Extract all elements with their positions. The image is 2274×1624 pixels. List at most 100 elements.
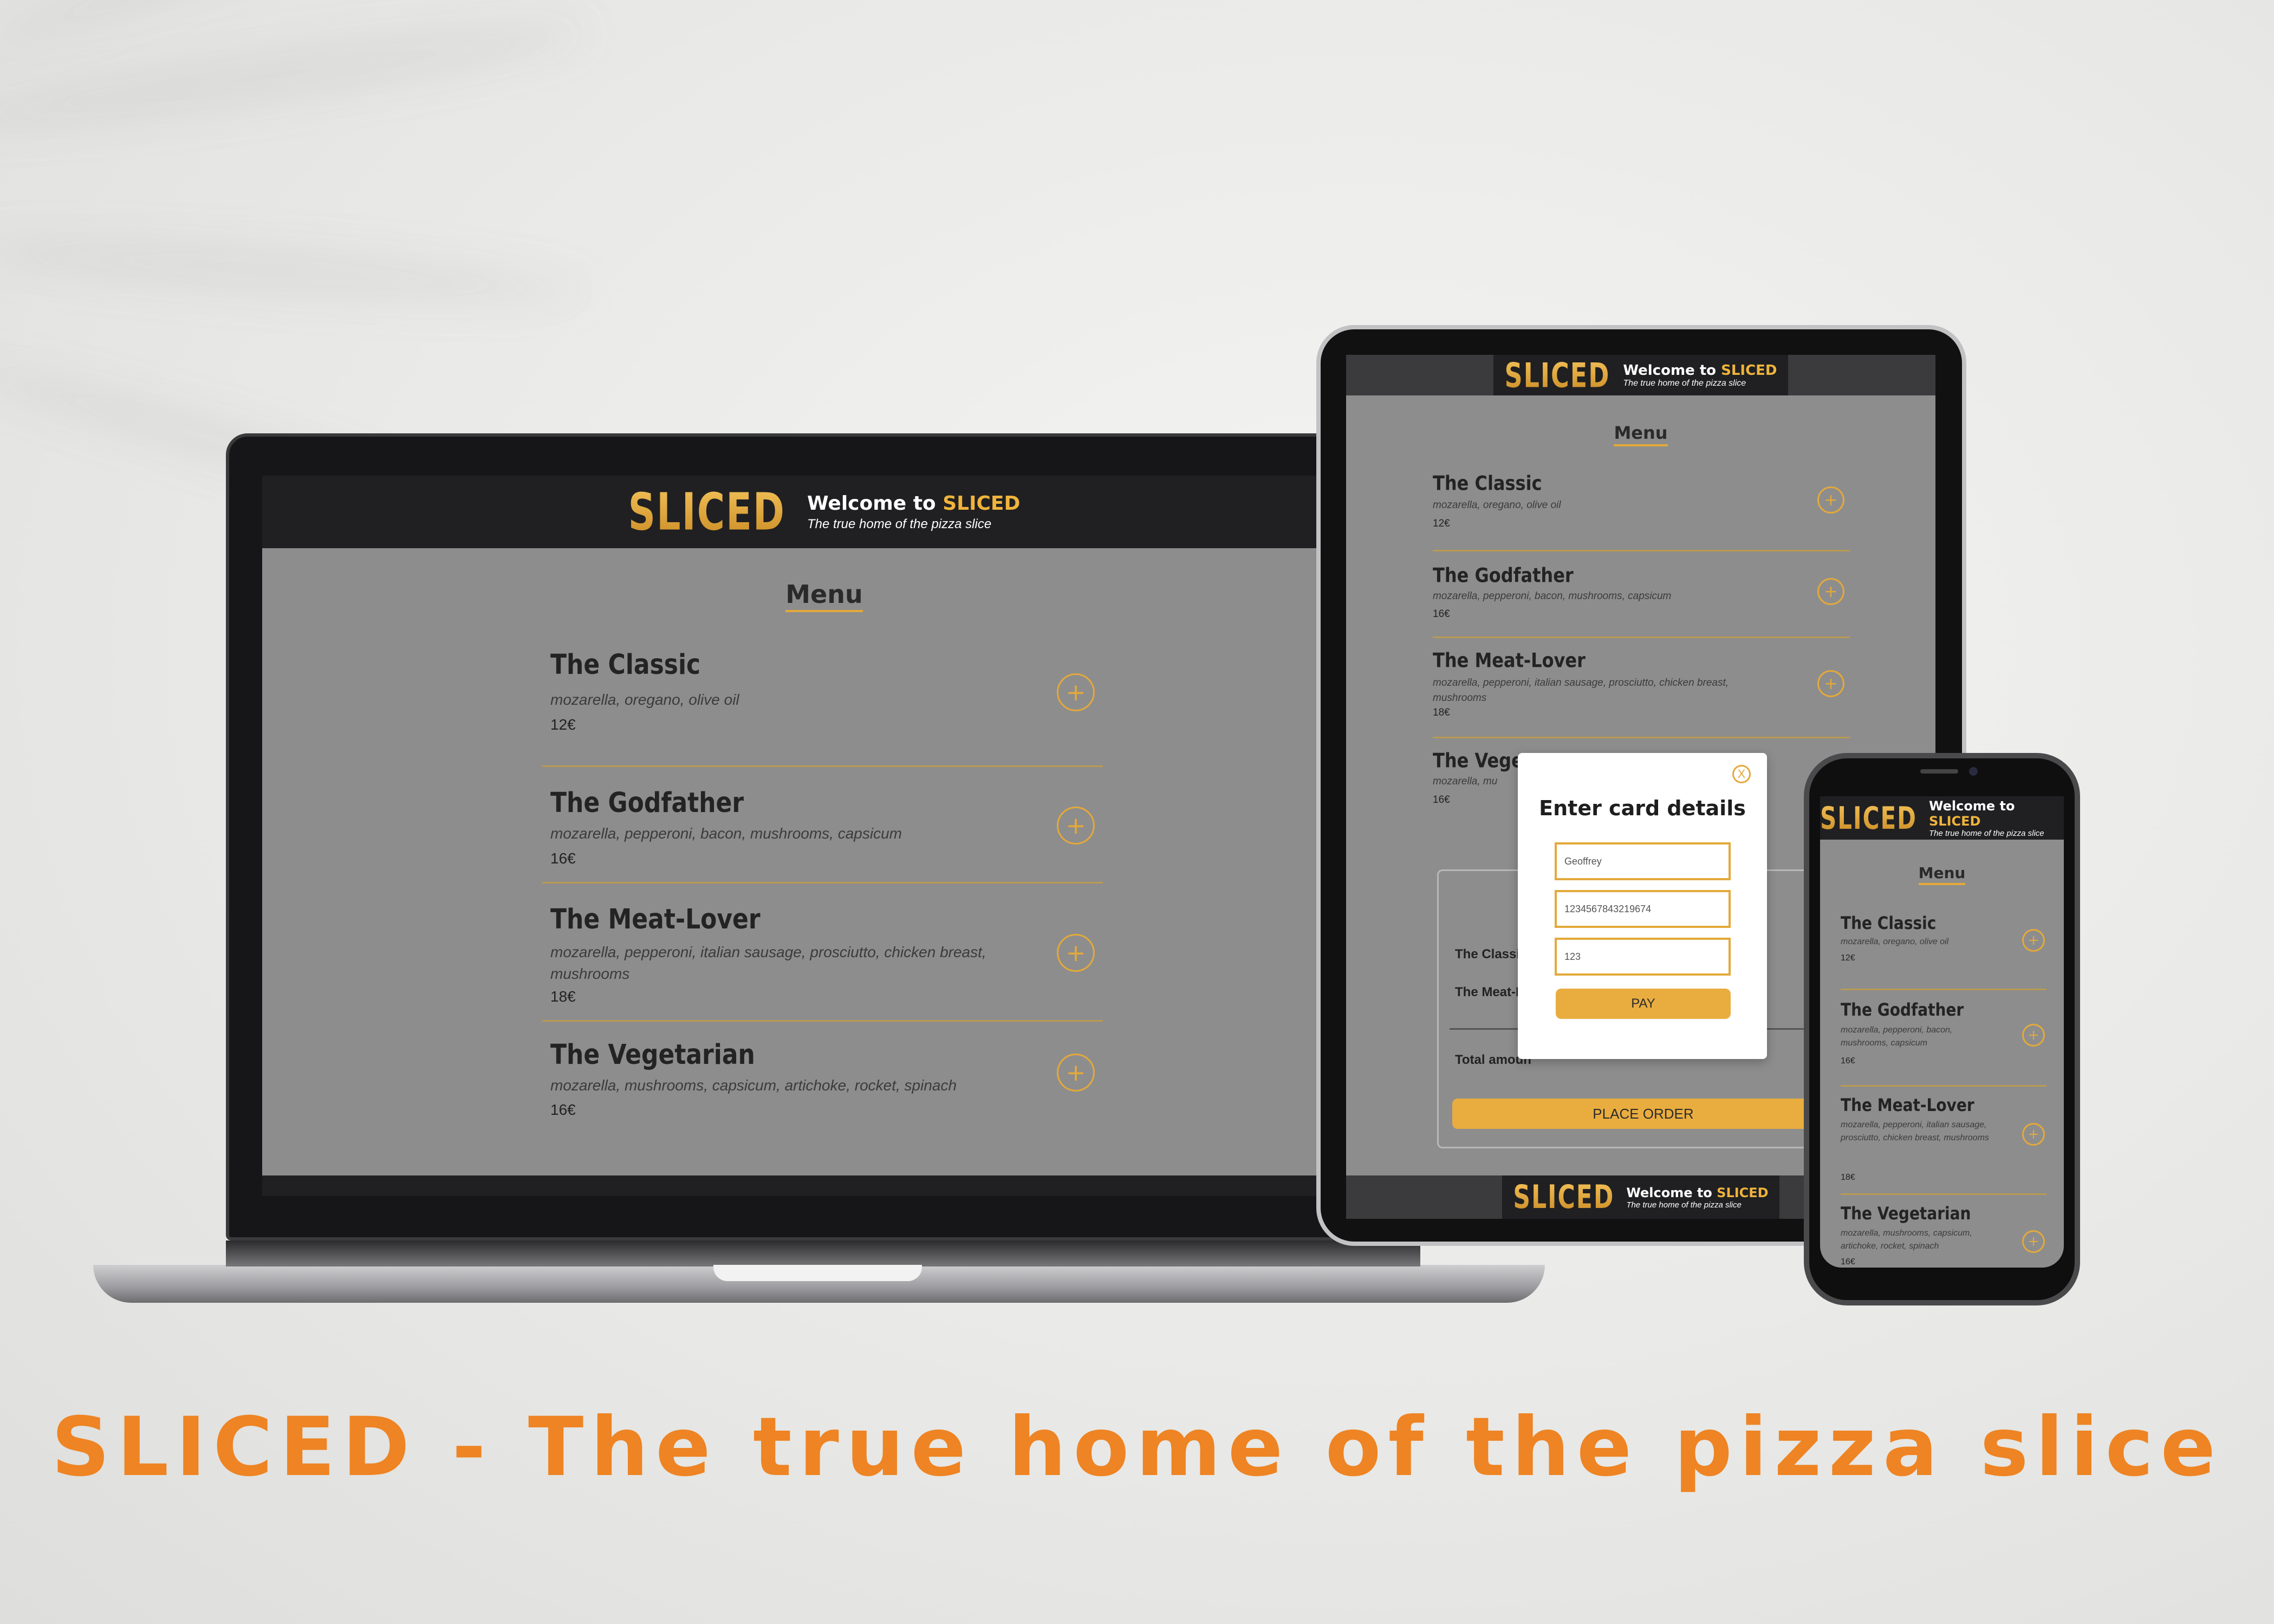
order-line: The Classi bbox=[1455, 947, 1521, 962]
phone-screen: SLICED Welcome to SLICED The true home o… bbox=[1820, 796, 2064, 1268]
item-desc: mozarella, pepperoni, bacon, mushrooms, … bbox=[1433, 590, 1672, 602]
item-price: 16€ bbox=[1841, 1056, 1855, 1066]
pay-button[interactable]: PAY bbox=[1556, 989, 1731, 1019]
card-number-input[interactable]: 1234567843219674 bbox=[1555, 890, 1731, 928]
item-price: 18€ bbox=[1433, 707, 1450, 718]
welcome-brand: SLICED bbox=[943, 492, 1021, 515]
modal-title: Enter card details bbox=[1539, 796, 1746, 820]
add-to-cart-button[interactable]: + bbox=[2022, 1024, 2045, 1047]
menu-title: Menu bbox=[1346, 423, 1935, 446]
menu-title: Menu bbox=[262, 580, 1386, 612]
item-name: The Classic bbox=[1841, 913, 1937, 933]
menu-item-classic: The Classic mozarella, oregano, olive oi… bbox=[1433, 471, 1850, 551]
add-to-cart-button[interactable]: + bbox=[1817, 578, 1844, 605]
site-tagline: The true home of the pizza slice bbox=[1929, 828, 2044, 838]
item-desc: mozarella, pepperoni, bacon, mushrooms, … bbox=[550, 825, 902, 842]
page-headline: SLICED - The true home of the pizza slic… bbox=[51, 1400, 2223, 1495]
welcome-heading: Welcome to SLICED bbox=[1626, 1185, 1769, 1200]
item-desc: mozarella, oregano, olive oil bbox=[550, 691, 739, 708]
add-to-cart-button[interactable]: + bbox=[1817, 670, 1844, 697]
phone-camera bbox=[1969, 767, 1978, 776]
menu-item-classic: The Classic mozarella, oregano, olive oi… bbox=[1841, 913, 2046, 990]
leaf-shadow bbox=[0, 7, 593, 146]
welcome-heading: Welcome to SLICED bbox=[1623, 362, 1777, 379]
menu-item-godfather: The Godfather mozarella, pepperoni, baco… bbox=[542, 765, 1103, 884]
item-name: The Classic bbox=[550, 649, 701, 681]
site-logo: SLICED bbox=[1513, 1178, 1615, 1216]
item-name: The Veget bbox=[1433, 749, 1532, 772]
order-line: The Meat-L bbox=[1455, 985, 1524, 999]
leaf-shadow bbox=[0, 228, 590, 315]
close-modal-button[interactable]: X bbox=[1732, 765, 1751, 783]
item-desc: mozarella, pepperoni, bacon, mushrooms, … bbox=[1841, 1025, 1953, 1048]
welcome-prefix: Welcome to bbox=[807, 492, 943, 515]
item-price: 16€ bbox=[1433, 608, 1450, 620]
item-name: The Vegetarian bbox=[1841, 1203, 1971, 1224]
site-logo[interactable]: SLICED bbox=[1820, 800, 1917, 836]
add-to-cart-button[interactable]: + bbox=[1057, 807, 1095, 845]
footer-strip bbox=[262, 1175, 1386, 1196]
add-to-cart-button[interactable]: + bbox=[2022, 1230, 2045, 1253]
item-desc: mozarella, mushrooms, capsicum, artichok… bbox=[550, 1077, 957, 1094]
item-name: The Meat-Lover bbox=[1841, 1095, 1974, 1115]
site-header: SLICED Welcome to SLICED The true home o… bbox=[1346, 355, 1935, 395]
cardholder-name-input[interactable]: Geoffrey bbox=[1555, 842, 1731, 880]
cvc-input[interactable]: 123 bbox=[1555, 938, 1731, 976]
add-to-cart-button[interactable]: + bbox=[2022, 1123, 2045, 1146]
menu-item-vegetarian: The Vegetarian mozarella, mushrooms, cap… bbox=[542, 1020, 1103, 1136]
site-tagline: The true home of the pizza slice bbox=[807, 516, 992, 531]
site-logo[interactable]: SLICED bbox=[1504, 355, 1610, 395]
add-to-cart-button[interactable]: + bbox=[1057, 1054, 1095, 1092]
site-header: SLICED Welcome to SLICED The true home o… bbox=[262, 476, 1386, 548]
item-desc: mozarella, pepperoni, italian sausage, p… bbox=[1433, 677, 1729, 704]
item-desc: mozarella, mu bbox=[1433, 776, 1498, 787]
menu-item-meat-lover: The Meat-Lover mozarella, pepperoni, ita… bbox=[542, 882, 1103, 1022]
item-name: The Meat-Lover bbox=[1433, 648, 1586, 672]
welcome-heading: Welcome to SLICED bbox=[1929, 798, 2015, 829]
item-desc: mozarella, oregano, olive oil bbox=[1841, 937, 1949, 946]
laptop-hinge bbox=[226, 1240, 1420, 1266]
menu-item-godfather: The Godfather mozarella, pepperoni, baco… bbox=[1433, 550, 1850, 638]
card-modal: X Enter card details Geoffrey 1234567843… bbox=[1518, 753, 1767, 1059]
item-price: 18€ bbox=[550, 988, 576, 1005]
item-name: The Classic bbox=[1433, 471, 1542, 495]
item-name: The Godfather bbox=[1433, 563, 1574, 587]
laptop-notch bbox=[713, 1265, 922, 1281]
menu-title: Menu bbox=[1820, 864, 2064, 885]
item-price: 16€ bbox=[1841, 1257, 1855, 1266]
item-desc: mozarella, oregano, olive oil bbox=[1433, 499, 1561, 511]
add-to-cart-button[interactable]: + bbox=[2022, 929, 2045, 952]
site-tagline: The true home of the pizza slice bbox=[1623, 378, 1746, 388]
phone-speaker bbox=[1920, 769, 1958, 774]
site-tagline: The true home of the pizza slice bbox=[1626, 1200, 1742, 1210]
item-desc: mozarella, pepperoni, italian sausage, p… bbox=[550, 944, 986, 982]
add-to-cart-button[interactable]: + bbox=[1817, 486, 1844, 514]
menu-item-meat-lover: The Meat-Lover mozarella, pepperoni, ita… bbox=[1433, 636, 1850, 738]
item-price: 12€ bbox=[550, 716, 576, 733]
phone-notch bbox=[1874, 763, 2010, 789]
menu-item-classic: The Classic mozarella, oregano, olive oi… bbox=[542, 649, 1103, 767]
item-desc: mozarella, mushrooms, capsicum, artichok… bbox=[1841, 1229, 1972, 1251]
item-desc: mozarella, pepperoni, italian sausage, p… bbox=[1841, 1120, 1989, 1142]
site-header: SLICED Welcome to SLICED The true home o… bbox=[1820, 796, 2064, 840]
item-name: The Godfather bbox=[1841, 999, 1964, 1020]
menu-item-meat-lover: The Meat-Lover mozarella, pepperoni, ita… bbox=[1841, 1085, 2046, 1195]
laptop-screen: SLICED Welcome to SLICED The true home o… bbox=[262, 476, 1386, 1196]
item-price: 12€ bbox=[1841, 953, 1855, 963]
menu-item-vegetarian: The Vegetarian mozarella, mushrooms, cap… bbox=[1841, 1193, 2046, 1268]
add-to-cart-button[interactable]: + bbox=[1057, 673, 1095, 711]
site-logo[interactable]: SLICED bbox=[628, 482, 785, 542]
welcome-heading: Welcome to SLICED bbox=[807, 492, 1020, 515]
item-price: 18€ bbox=[1841, 1173, 1855, 1182]
item-price: 12€ bbox=[1433, 518, 1450, 529]
item-price: 16€ bbox=[550, 1101, 576, 1118]
item-price: 16€ bbox=[550, 850, 576, 867]
phone: SLICED Welcome to SLICED The true home o… bbox=[1804, 753, 2080, 1305]
add-to-cart-button[interactable]: + bbox=[1057, 934, 1095, 972]
item-name: The Vegetarian bbox=[550, 1039, 755, 1071]
item-price: 16€ bbox=[1433, 794, 1450, 805]
place-order-button[interactable]: PLACE ORDER bbox=[1452, 1099, 1834, 1129]
item-name: The Godfather bbox=[550, 787, 744, 819]
item-name: The Meat-Lover bbox=[550, 904, 761, 936]
menu-item-godfather: The Godfather mozarella, pepperoni, baco… bbox=[1841, 989, 2046, 1087]
